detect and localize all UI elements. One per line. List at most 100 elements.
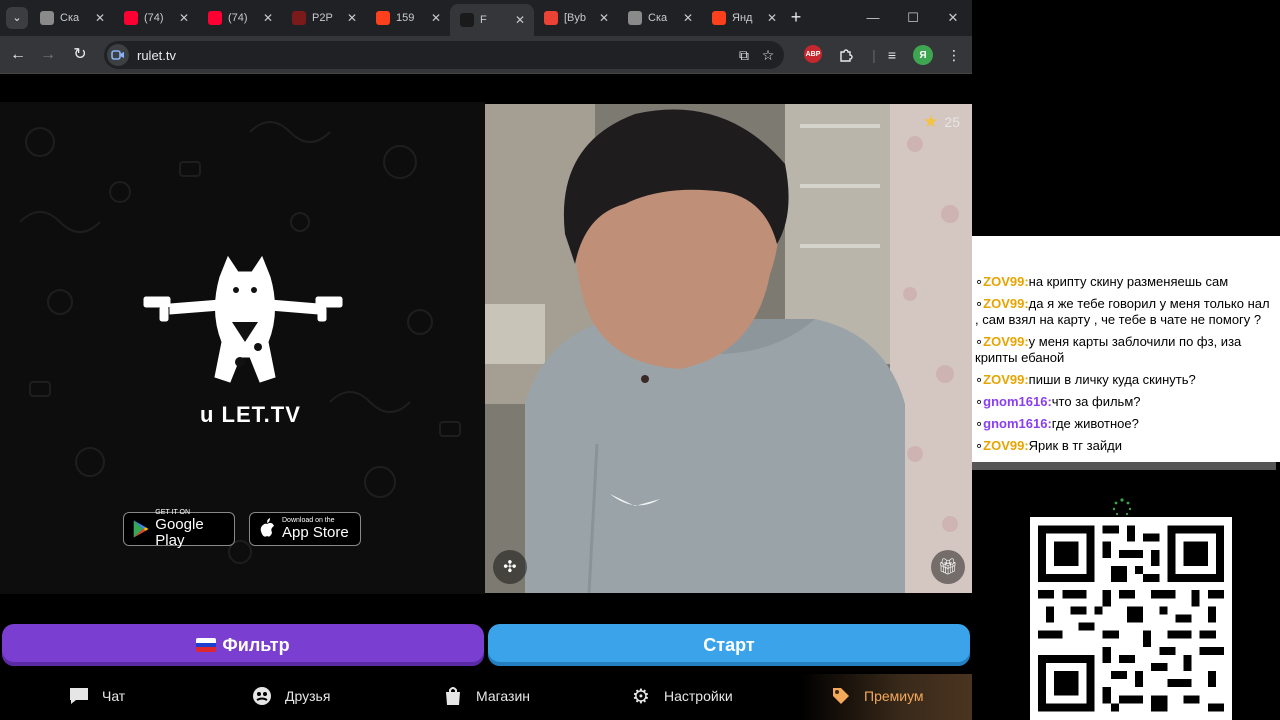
close-window-button[interactable]: ✕ bbox=[944, 9, 962, 27]
browser-tab[interactable]: F ✕ bbox=[450, 4, 534, 36]
maximize-button[interactable]: ☐ bbox=[904, 9, 922, 27]
chat-footer-bar bbox=[972, 462, 1276, 470]
gmail-icon bbox=[544, 11, 558, 25]
browser-toolbar: ← → ↻ rulet.tv ⧉ ☆ ABP | ≡ Я ⋮ bbox=[0, 36, 972, 74]
bullet-icon: ∘ bbox=[975, 334, 984, 349]
gift-button[interactable]: 🎁︎ bbox=[931, 550, 965, 584]
cat-logo-icon bbox=[143, 255, 343, 383]
youtube-icon bbox=[124, 11, 138, 25]
partner-video: ★ 25 ✣ 🎁︎ bbox=[485, 104, 972, 593]
document-icon bbox=[628, 11, 642, 25]
bullet-icon: ∘ bbox=[975, 274, 984, 289]
url-text: rulet.tv bbox=[137, 47, 177, 63]
stream-overlay: ∘ZOV99:на крипту скину разменяешь сам ∘ZO… bbox=[972, 0, 1280, 720]
browser-tab[interactable]: [Byb ✕ bbox=[534, 5, 618, 31]
nav-shop-label: Магазин bbox=[476, 688, 531, 704]
bookmark-star-icon[interactable]: ☆ bbox=[756, 47, 780, 64]
browser-menu-icon[interactable]: ⋮ bbox=[944, 45, 964, 65]
adblock-extension-icon[interactable]: ABP bbox=[804, 45, 822, 63]
tab-close-icon[interactable]: ✕ bbox=[176, 11, 192, 25]
browser-tab[interactable]: Янд ✕ bbox=[702, 5, 786, 31]
chat-text: где животное? bbox=[1051, 416, 1139, 431]
browser-tab[interactable]: (74) ✕ bbox=[114, 5, 198, 31]
tab-title: P2P bbox=[312, 12, 333, 24]
bullet-icon: ∘ bbox=[975, 438, 984, 453]
site-logo-text: u LET.TV bbox=[200, 402, 301, 427]
nav-premium[interactable]: Премиум bbox=[830, 682, 924, 710]
rulet-page: u LET.TV GET IT ON Google Play Download … bbox=[0, 74, 972, 720]
site-info-icon[interactable] bbox=[107, 44, 129, 66]
apple-icon bbox=[260, 518, 274, 537]
nav-settings-label: Настройки bbox=[664, 688, 733, 704]
bullet-icon: ∘ bbox=[975, 416, 984, 431]
forward-button[interactable]: → bbox=[38, 45, 58, 65]
tab-close-icon[interactable]: ✕ bbox=[260, 11, 276, 25]
tab-title: Ска bbox=[648, 12, 668, 24]
chat-text: пиши в личку куда скинуть? bbox=[1028, 372, 1196, 387]
loading-spinner-icon bbox=[1112, 498, 1132, 516]
nav-shop[interactable]: Магазин bbox=[442, 682, 530, 710]
chat-message: ∘ZOV99:да я же тебе говорил у меня тольк… bbox=[975, 296, 1274, 328]
app-store-button[interactable]: Download on the App Store bbox=[249, 512, 361, 546]
yandex-icon bbox=[712, 11, 726, 25]
nav-friends-label: Друзья bbox=[285, 688, 331, 704]
browser-tab[interactable]: Ска ✕ bbox=[30, 5, 114, 31]
browser-tab[interactable]: Ска ✕ bbox=[618, 5, 702, 31]
start-button[interactable]: Старт bbox=[488, 624, 970, 666]
chat-message: ∘ZOV99:у меня карты заблочили по фз, иза… bbox=[975, 334, 1274, 366]
tag-icon bbox=[830, 685, 852, 707]
tab-close-icon[interactable]: ✕ bbox=[764, 11, 780, 25]
tab-search-button[interactable]: ⌄ bbox=[6, 7, 28, 29]
chat-nickname: ZOV99: bbox=[983, 334, 1029, 349]
browser-tab[interactable]: (74) ✕ bbox=[198, 5, 282, 31]
chat-message: ∘ZOV99:пиши в личку куда скинуть? bbox=[975, 372, 1274, 388]
tab-close-icon[interactable]: ✕ bbox=[512, 13, 528, 27]
tab-close-icon[interactable]: ✕ bbox=[428, 11, 444, 25]
reload-button[interactable]: ↻ bbox=[70, 45, 90, 65]
back-button[interactable]: ← bbox=[8, 45, 28, 65]
p2p-icon bbox=[292, 11, 306, 25]
bullet-icon: ∘ bbox=[975, 296, 984, 311]
tab-close-icon[interactable]: ✕ bbox=[92, 11, 108, 25]
gamepad-icon: ✣ bbox=[503, 559, 517, 576]
filter-button[interactable]: Фильтр bbox=[2, 624, 484, 666]
google-play-button[interactable]: GET IT ON Google Play bbox=[123, 509, 235, 549]
nav-chat[interactable]: Чат bbox=[68, 682, 125, 710]
reading-list-icon[interactable]: ≡ bbox=[882, 45, 902, 65]
tab-close-icon[interactable]: ✕ bbox=[680, 11, 696, 25]
nav-settings[interactable]: ⚙ Настройки bbox=[630, 682, 733, 710]
chat-nickname: gnom1616: bbox=[983, 394, 1052, 409]
browser-window: ⌄ Ска ✕ (74) ✕ (74) ✕ P2P ✕ 159 ✕ F ✕ [Byb ✕ Ска ✕ Янд ✕ … bbox=[0, 0, 972, 720]
google-play-big-text: Google Play bbox=[155, 516, 204, 549]
tab-title: (74) bbox=[144, 12, 164, 24]
shop-bag-icon bbox=[442, 685, 464, 707]
profile-avatar[interactable]: Я bbox=[913, 45, 933, 65]
extensions-puzzle-icon[interactable] bbox=[836, 45, 856, 65]
friends-icon bbox=[251, 685, 273, 707]
chat-text: Ярик в тг зайди bbox=[1028, 438, 1122, 453]
tab-close-icon[interactable]: ✕ bbox=[344, 11, 360, 25]
install-app-icon[interactable]: ⧉ bbox=[732, 47, 756, 64]
browser-tab[interactable]: 159 ✕ bbox=[366, 5, 450, 31]
stream-chat: ∘ZOV99:на крипту скину разменяешь сам ∘ZO… bbox=[972, 236, 1280, 462]
tab-title: 159 bbox=[396, 12, 415, 24]
gear-icon: ⚙ bbox=[632, 685, 650, 708]
chat-message: ∘ZOV99:Ярик в тг зайди bbox=[975, 438, 1274, 454]
tab-title: F bbox=[480, 14, 487, 26]
chat-nickname: ZOV99: bbox=[983, 372, 1029, 387]
gift-icon: 🎁︎ bbox=[937, 559, 959, 576]
start-label: Старт bbox=[703, 634, 755, 655]
promo-panel: u LET.TV GET IT ON Google Play Download … bbox=[0, 102, 485, 594]
browser-tab[interactable]: P2P ✕ bbox=[282, 5, 366, 31]
bullet-icon: ∘ bbox=[975, 394, 984, 409]
star-icon: ★ bbox=[923, 112, 939, 131]
new-tab-button[interactable]: + bbox=[786, 7, 806, 27]
qr-code-image bbox=[1030, 517, 1232, 720]
address-bar[interactable]: rulet.tv ⧉ ☆ bbox=[104, 41, 784, 69]
nav-friends[interactable]: Друзья bbox=[251, 682, 330, 710]
webcam-frame bbox=[485, 104, 972, 593]
game-controller-button[interactable]: ✣ bbox=[493, 550, 527, 584]
minimize-button[interactable]: — bbox=[864, 9, 882, 27]
tab-close-icon[interactable]: ✕ bbox=[596, 11, 612, 25]
screen: ⌄ Ска ✕ (74) ✕ (74) ✕ P2P ✕ 159 ✕ F ✕ [Byb ✕ Ска ✕ Янд ✕ … bbox=[0, 0, 1280, 720]
